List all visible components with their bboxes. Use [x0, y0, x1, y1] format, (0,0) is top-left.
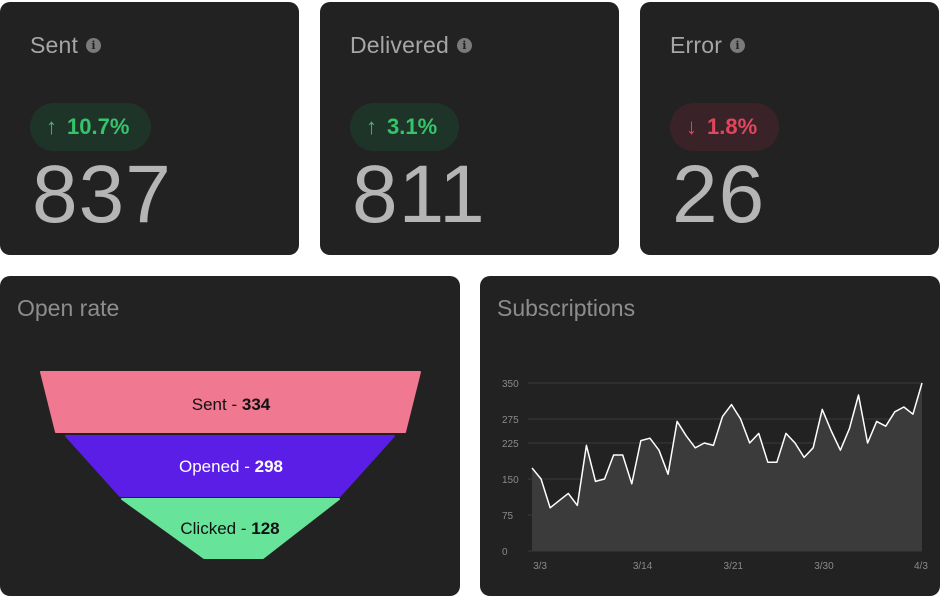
- stat-value: 26: [672, 149, 766, 240]
- arrow-up-icon: ↑: [366, 114, 377, 139]
- stat-card-delivered: Delivered i ↑ 3.1% 811: [320, 2, 619, 255]
- y-tick-label: 350: [502, 379, 519, 390]
- subscriptions-chart: 0 75 150 225 275 350 3/3 3/14 3/21 3/30 4/3: [502, 379, 928, 572]
- stat-card-error: Error i ↓ 1.8% 26: [640, 2, 939, 255]
- y-tick-label: 0: [502, 547, 508, 558]
- change-value: 1.8%: [707, 114, 758, 139]
- subscriptions-panel: Subscriptions 0 75 150 225 275 350 3/3 3/14 3/21…: [480, 276, 940, 596]
- area-fill: [532, 383, 922, 551]
- funnel-label-sent: Sent - 334: [192, 395, 271, 414]
- funnel-label-opened: Opened - 298: [179, 457, 283, 476]
- arrow-down-icon: ↓: [686, 114, 697, 139]
- change-value: 10.7%: [67, 114, 130, 139]
- x-tick-label: 3/21: [724, 561, 744, 572]
- stat-value: 811: [352, 149, 486, 240]
- info-icon[interactable]: i: [730, 38, 746, 53]
- stat-title-label: Sent: [30, 32, 79, 58]
- change-value: 3.1%: [387, 114, 438, 139]
- stat-value: 837: [32, 149, 172, 240]
- y-tick-label: 150: [502, 475, 519, 486]
- x-tick-label: 3/14: [633, 561, 653, 572]
- change-badge: ↑ 3.1%: [350, 103, 460, 151]
- arrow-up-icon: ↑: [46, 114, 57, 139]
- info-icon[interactable]: i: [456, 38, 472, 53]
- stat-title-label: Error: [670, 32, 723, 58]
- stat-title: Delivered i: [350, 32, 472, 59]
- stat-title: Sent i: [30, 32, 102, 59]
- change-badge: ↓ 1.8%: [670, 103, 780, 151]
- x-tick-label: 3/3: [533, 561, 547, 572]
- y-tick-label: 75: [502, 511, 514, 522]
- funnel-label-clicked: Clicked - 128: [180, 519, 279, 538]
- open-rate-panel: Open rate Sent - 334 Opened - 298 Clicke…: [0, 276, 460, 596]
- stat-title-label: Delivered: [350, 32, 449, 58]
- stat-title: Error i: [670, 32, 746, 59]
- info-icon[interactable]: i: [86, 38, 102, 53]
- x-tick-label: 4/3: [914, 561, 928, 572]
- funnel-chart: Sent - 334 Opened - 298 Clicked - 128: [40, 371, 421, 559]
- y-tick-label: 275: [502, 415, 519, 426]
- x-tick-label: 3/30: [814, 561, 834, 572]
- stat-card-sent: Sent i ↑ 10.7% 837: [0, 2, 299, 255]
- change-badge: ↑ 10.7%: [30, 103, 152, 151]
- y-tick-label: 225: [502, 439, 519, 450]
